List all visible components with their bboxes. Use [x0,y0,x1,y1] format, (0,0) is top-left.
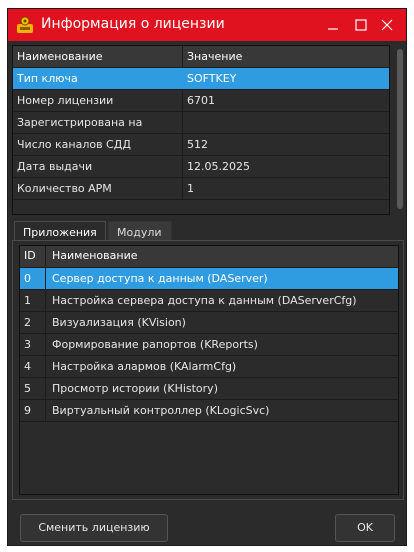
table-row[interactable]: Зарегистрирована на [13,112,389,134]
property-name: Дата выдачи [13,156,183,177]
property-value: 6701 [187,94,215,107]
property-value: 512 [187,138,208,151]
window-title: Информация о лицензии [41,16,225,32]
maximize-icon[interactable] [348,13,374,37]
app-id: 0 [20,268,46,289]
app-name: Виртуальный контроллер (KLogicSvc) [52,404,270,417]
property-name: Количество АРМ [13,178,183,199]
table-header-row: ID Наименование [20,246,398,268]
property-value: 12.05.2025 [187,160,250,173]
column-header-name[interactable]: Наименование [13,46,183,67]
tab-modules[interactable]: Модули [108,221,172,241]
property-name: Номер лицензии [13,90,183,111]
table-row[interactable]: 9 Виртуальный контроллер (KLogicSvc) [20,400,398,422]
property-value [183,112,389,133]
change-license-button[interactable]: Сменить лицензию [20,514,168,542]
close-icon[interactable] [374,13,400,37]
app-id: 5 [20,378,46,399]
table-row[interactable]: Номер лицензии 6701 [13,90,389,112]
app-name: Сервер доступа к данным (DAServer) [52,272,268,285]
app-id: 9 [20,400,46,421]
app-name: Визуализация (KVision) [52,316,186,329]
property-name: Зарегистрирована на [13,112,183,133]
minimize-icon[interactable] [320,13,346,37]
ok-button[interactable]: OK [335,514,395,542]
property-value: SOFTKEY [187,72,237,85]
app-id: 1 [20,290,46,311]
table-row[interactable]: Количество АРМ 1 [13,178,389,200]
app-name: Просмотр истории (KHistory) [52,382,218,395]
tab-panel-applications: ID Наименование 0 Сервер доступа к данны… [12,240,404,500]
app-id: 4 [20,356,46,377]
table-row[interactable]: 1 Настройка сервера доступа к данным (DA… [20,290,398,312]
table-row[interactable]: Тип ключа SOFTKEY [13,68,389,90]
app-name: Формирование рапортов (KReports) [52,338,258,351]
license-properties-table: Наименование Значение Тип ключа SOFTKEY … [12,45,390,215]
table-row[interactable]: 2 Визуализация (KVision) [20,312,398,334]
property-name: Число каналов СДД [13,134,183,155]
app-id: 2 [20,312,46,333]
property-name: Тип ключа [13,68,183,89]
vertical-scrollbar[interactable] [396,47,404,213]
app-logo-icon [17,16,33,33]
column-header-value[interactable]: Значение [183,46,389,67]
property-value: 1 [187,182,194,195]
title-bar[interactable]: Информация о лицензии [8,9,406,41]
app-name: Настройка алармов (KAlarmCfg) [52,360,237,373]
table-row[interactable]: 4 Настройка алармов (KAlarmCfg) [20,356,398,378]
tab-applications[interactable]: Приложения [14,221,106,241]
table-header-row: Наименование Значение [13,46,389,68]
table-row[interactable]: Число каналов СДД 512 [13,134,389,156]
table-row[interactable]: 5 Просмотр истории (KHistory) [20,378,398,400]
applications-table: ID Наименование 0 Сервер доступа к данны… [19,245,399,495]
license-info-window: Информация о лицензии Наименование Значе… [7,8,407,546]
app-name: Настройка сервера доступа к данным (DASe… [52,294,357,307]
table-row[interactable]: Дата выдачи 12.05.2025 [13,156,389,178]
table-row[interactable]: 0 Сервер доступа к данным (DAServer) [20,268,398,290]
column-header-id[interactable]: ID [20,246,46,267]
column-header-name[interactable]: Наименование [46,246,398,267]
scrollbar-thumb[interactable] [397,49,403,209]
table-row[interactable]: 3 Формирование рапортов (KReports) [20,334,398,356]
app-id: 3 [20,334,46,355]
